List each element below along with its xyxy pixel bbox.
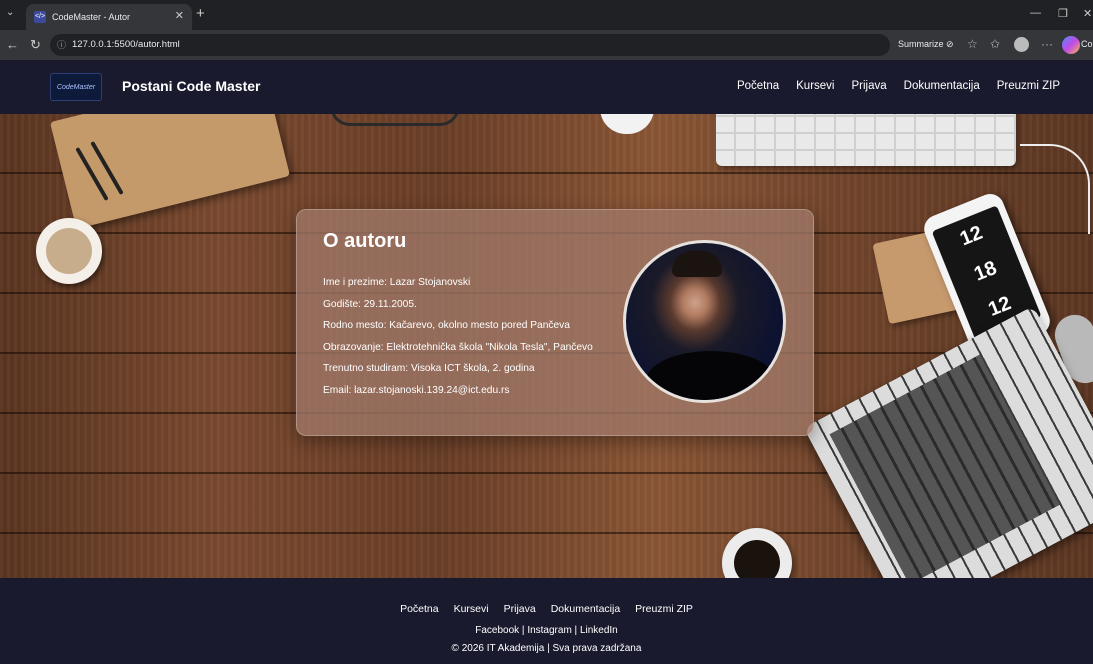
new-tab-icon[interactable]: + <box>196 5 205 22</box>
card-title: O autoru <box>323 230 407 252</box>
site-info-icon[interactable]: ⓘ <box>57 34 66 56</box>
hero-background: 12 18 12 O autoru Ime i prezime: Lazar S… <box>0 114 1093 578</box>
favorite-star-icon[interactable]: ☆ <box>967 37 978 51</box>
address-bar-row: ← ↻ ⓘ 127.0.0.1:5500/autor.html Summariz… <box>0 30 1093 60</box>
copilot-label[interactable]: Co <box>1081 39 1093 49</box>
about-author-card: O autoru Ime i prezime: Lazar Stojanovsk… <box>296 209 814 436</box>
tab-close-icon[interactable]: ✕ <box>175 9 184 22</box>
author-photo <box>623 240 786 403</box>
url-field[interactable]: ⓘ 127.0.0.1:5500/autor.html <box>50 34 890 56</box>
main-nav: Početna Kursevi Prijava Dokumentacija Pr… <box>737 80 1060 92</box>
copyright-text: © 2026 IT Akademija | Sva prava zadržana <box>451 643 642 654</box>
author-info-item: Email: lazar.stojanoski.139.24@ict.edu.r… <box>323 384 510 396</box>
mouse-image <box>600 114 654 134</box>
notebook-image <box>49 114 291 229</box>
url-text: 127.0.0.1:5500/autor.html <box>72 39 180 50</box>
tab-list-icon[interactable]: ⌄ <box>6 7 14 18</box>
summarize-button[interactable]: Summarize ⊘ <box>898 39 954 50</box>
laptop-keyboard <box>829 354 1060 578</box>
window-close-icon[interactable]: ✕ <box>1083 7 1092 20</box>
back-icon[interactable]: ← <box>6 37 19 52</box>
nav-link-preuzmi-zip[interactable]: Preuzmi ZIP <box>997 80 1060 92</box>
nav-link-dokumentacija[interactable]: Dokumentacija <box>904 80 980 92</box>
keyboard-image <box>716 114 1016 166</box>
linkedin-link[interactable]: LinkedIn <box>580 625 618 636</box>
author-info-item: Trenutno studiram: Visoka ICT škola, 2. … <box>323 363 535 374</box>
coffee-cup-image <box>36 218 102 284</box>
author-info-item: Godište: 29.11.2005. <box>323 298 417 310</box>
laptop-image <box>803 305 1093 578</box>
footer-nav: Početna Kursevi Prijava Dokumentacija Pr… <box>0 603 1093 615</box>
restore-icon[interactable]: ❐ <box>1058 7 1068 20</box>
facebook-link[interactable]: Facebook <box>475 625 519 636</box>
nav-link-prijava[interactable]: Prijava <box>852 80 887 92</box>
profile-icon[interactable] <box>1014 37 1029 52</box>
footer-link-dokumentacija[interactable]: Dokumentacija <box>551 603 620 615</box>
author-info-item: Obrazovanje: Elektrotehnička škola "Niko… <box>323 341 593 353</box>
footer-link-pocetna[interactable]: Početna <box>400 603 439 615</box>
cable-image <box>1020 144 1090 234</box>
author-info-item: Ime i prezime: Lazar Stojanovski <box>323 277 471 288</box>
nav-link-pocetna[interactable]: Početna <box>737 80 779 92</box>
refresh-icon[interactable]: ↻ <box>30 37 41 53</box>
more-menu-icon[interactable]: ··· <box>1041 37 1053 51</box>
site-header: CodeMaster Postani Code Master Početna K… <box>0 60 1093 114</box>
author-shirt <box>646 351 776 400</box>
tab-title: CodeMaster - Autor <box>52 12 131 22</box>
favicon-icon: </> <box>34 11 46 23</box>
browser-tab-bar: ⌄ </> CodeMaster - Autor ✕ + — ❐ ✕ <box>0 0 1093 30</box>
instagram-link[interactable]: Instagram <box>527 625 571 636</box>
social-links: Facebook | Instagram | LinkedIn <box>475 625 618 636</box>
footer-link-kursevi[interactable]: Kursevi <box>454 603 489 615</box>
browser-tab[interactable]: </> CodeMaster - Autor ✕ <box>26 4 192 30</box>
author-hair <box>672 251 722 277</box>
copilot-icon[interactable] <box>1062 36 1080 54</box>
author-info-item: Rodno mesto: Kačarevo, okolno mesto pore… <box>323 320 570 331</box>
site-logo[interactable]: CodeMaster <box>50 73 102 101</box>
footer-link-preuzmi-zip[interactable]: Preuzmi ZIP <box>635 603 693 615</box>
footer-link-prijava[interactable]: Prijava <box>504 603 536 615</box>
brand-title: Postani Code Master <box>122 78 261 94</box>
author-info-list: Ime i prezime: Lazar Stojanovski Godište… <box>323 276 593 405</box>
favorites-bar-icon[interactable]: ✩ <box>990 37 1000 51</box>
glasses-image <box>330 114 460 126</box>
minimize-icon[interactable]: — <box>1030 7 1041 19</box>
nav-link-kursevi[interactable]: Kursevi <box>796 80 834 92</box>
site-footer: Početna Kursevi Prijava Dokumentacija Pr… <box>0 578 1093 664</box>
espresso-cup-image <box>722 528 792 578</box>
